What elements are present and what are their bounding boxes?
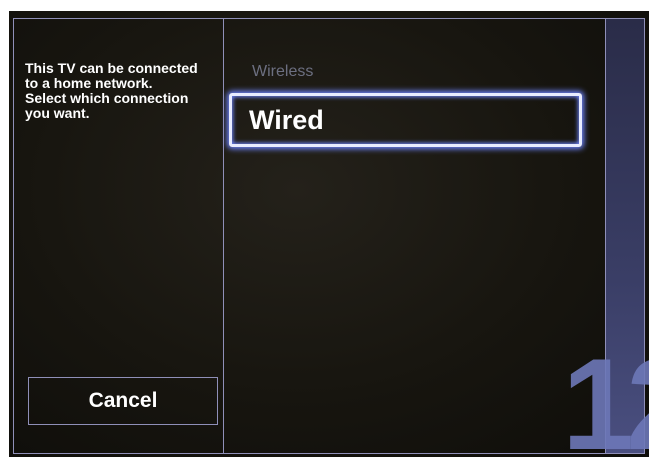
option-wireless[interactable]: Wireless — [252, 63, 313, 81]
cancel-button[interactable]: Cancel — [28, 377, 218, 425]
step-number: 12 — [562, 331, 649, 457]
tv-screen: This TV can be connected to a home netwo… — [9, 11, 649, 457]
connection-description: This TV can be connected to a home netwo… — [25, 60, 198, 121]
option-wired[interactable]: Wired — [229, 93, 582, 147]
